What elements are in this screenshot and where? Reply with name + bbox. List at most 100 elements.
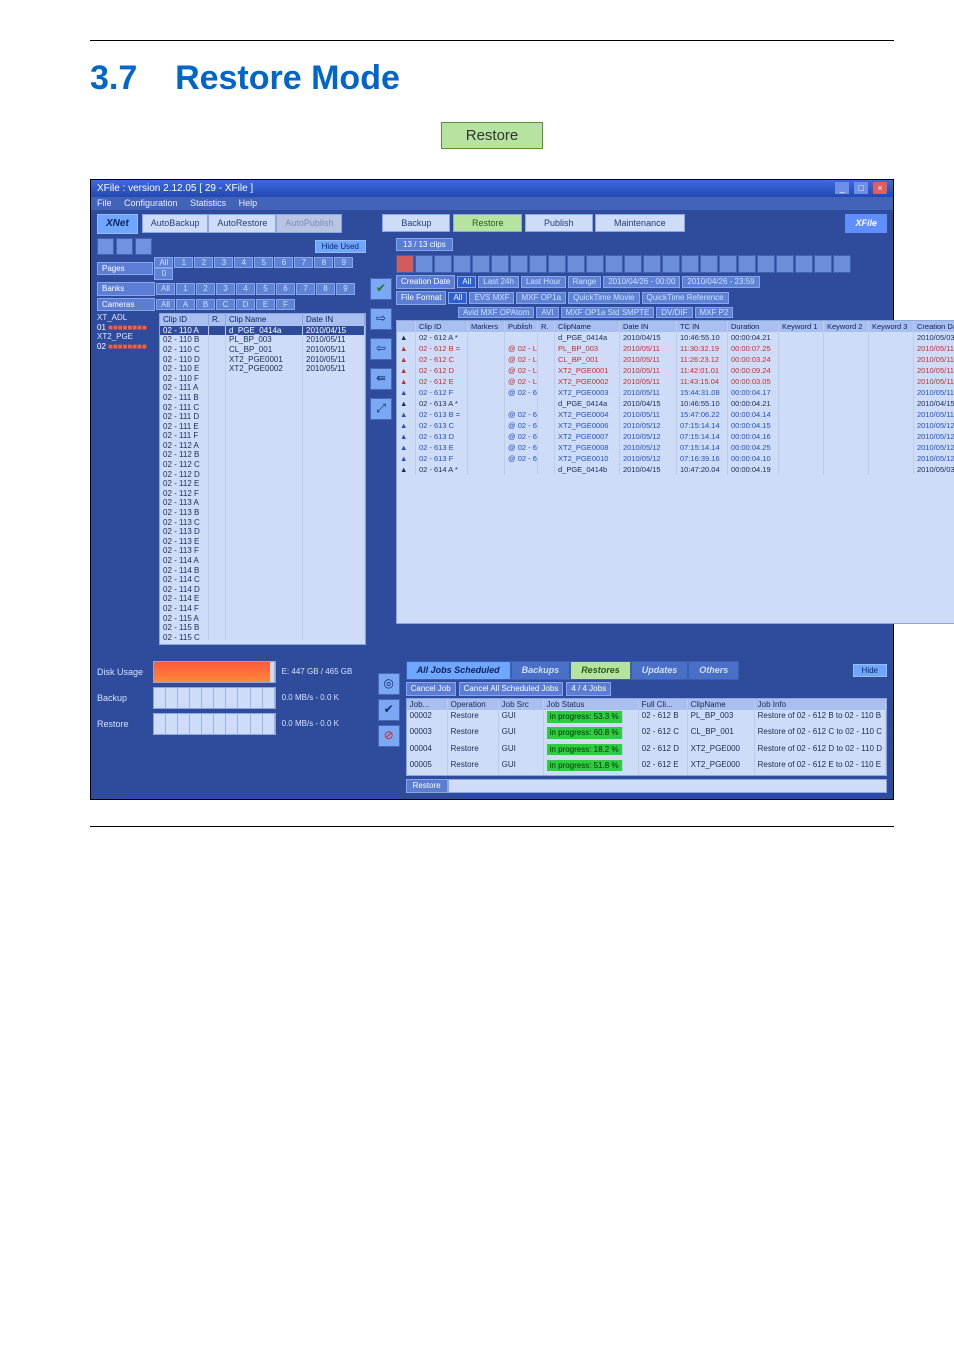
table-row[interactable]: 02 - 113 C <box>160 518 365 528</box>
filter-pill[interactable]: 7 <box>294 257 313 269</box>
autobackup-tab[interactable]: AutoBackup <box>142 214 209 233</box>
table-row[interactable]: 02 - 115 B <box>160 623 365 633</box>
filter-pill[interactable]: 8 <box>316 283 335 295</box>
table-row[interactable]: 02 - 114 B <box>160 566 365 576</box>
table-row[interactable]: 02 - 110 CCL_BP_0012010/05/11 <box>160 345 365 355</box>
filter-pill[interactable]: 7 <box>296 283 315 295</box>
toolbar-icon[interactable] <box>453 255 471 273</box>
hide-jobs-button[interactable]: Hide <box>853 664 887 678</box>
nav-icon-3[interactable] <box>135 238 152 255</box>
others-tab[interactable]: Others <box>688 661 739 680</box>
table-row[interactable]: 02 - 110 DXT2_PGE00012010/05/11 <box>160 355 365 365</box>
table-row[interactable]: 02 - 114 A <box>160 556 365 566</box>
table-row[interactable]: ▲02 - 613 D@ 02 - 6XT2_PGE00072010/05/12… <box>397 431 954 442</box>
table-row[interactable]: ▲02 - 612 D@ 02 - LXT2_PGE00012010/05/11… <box>397 365 954 376</box>
filter-pill[interactable]: 6 <box>276 283 295 295</box>
table-row[interactable]: 02 - 112 E <box>160 479 365 489</box>
table-row[interactable]: ▲02 - 612 C@ 02 - LCL_BP_0012010/05/1111… <box>397 354 954 365</box>
table-row[interactable]: 02 - 111 F <box>160 431 365 441</box>
table-row[interactable]: 02 - 113 F <box>160 546 365 556</box>
hide-used-button[interactable]: Hide Used <box>315 240 366 254</box>
toolbar-icon[interactable] <box>643 255 661 273</box>
backups-tab[interactable]: Backups <box>511 661 571 680</box>
filter-pill[interactable]: 9 <box>334 257 353 269</box>
cancel-job-button[interactable]: Cancel Job <box>406 682 456 696</box>
table-row[interactable]: 02 - 115 C <box>160 633 365 640</box>
toolbar-icon[interactable] <box>472 255 490 273</box>
toolbar-icon[interactable] <box>814 255 832 273</box>
filter-pill[interactable]: All <box>156 283 175 295</box>
table-row[interactable]: ▲02 - 613 F@ 02 - 6XT2_PGE00102010/05/12… <box>397 453 954 464</box>
filter-pill[interactable]: F <box>276 299 295 311</box>
table-row[interactable]: 02 - 114 F <box>160 604 365 614</box>
table-row[interactable]: 02 - 113 E <box>160 537 365 547</box>
publish-tab[interactable]: Publish <box>525 214 593 232</box>
table-row[interactable]: 02 - 111 E <box>160 422 365 432</box>
maintenance-tab[interactable]: Maintenance <box>595 214 685 232</box>
expand-icon[interactable]: ⤢ <box>370 398 392 420</box>
filter-pill[interactable]: 5 <box>254 257 273 269</box>
filter-pill[interactable]: A <box>176 299 195 311</box>
toolbar-icon[interactable] <box>491 255 509 273</box>
maximize-icon[interactable]: □ <box>854 182 868 194</box>
toolbar-icon[interactable] <box>833 255 851 273</box>
restore-mode-button[interactable]: Restore <box>441 122 544 149</box>
toolbar-icon[interactable] <box>662 255 680 273</box>
table-row[interactable]: 02 - 115 A <box>160 614 365 624</box>
table-row[interactable]: ▲02 - 612 F@ 02 - 6XT2_PGE00032010/05/11… <box>397 387 954 398</box>
machine-1[interactable]: XT_ADL <box>97 313 159 323</box>
toolbar-icon[interactable] <box>548 255 566 273</box>
table-row[interactable]: 02 - 110 BPL_BP_0032010/05/11 <box>160 335 365 345</box>
arrow-right-icon[interactable]: ⇨ <box>370 308 392 330</box>
table-row[interactable]: 02 - 114 D <box>160 585 365 595</box>
table-row[interactable]: ▲02 - 612 A *d_PGE_0414a2010/04/1510:46:… <box>397 332 954 343</box>
toolbar-icon[interactable] <box>776 255 794 273</box>
table-row[interactable]: ▲02 - 613 C@ 02 - 6XT2_PGE00062010/05/12… <box>397 420 954 431</box>
restore-tab[interactable]: Restore <box>453 214 523 232</box>
table-row[interactable]: 02 - 114 C <box>160 575 365 585</box>
table-row[interactable]: 02 - 112 C <box>160 460 365 470</box>
filter-pill[interactable]: 9 <box>336 283 355 295</box>
filter-pill[interactable]: 8 <box>314 257 333 269</box>
filter-pill[interactable]: 1 <box>176 283 195 295</box>
menu-stats[interactable]: Statistics <box>190 198 226 208</box>
filter-pill[interactable]: 4 <box>236 283 255 295</box>
table-row[interactable]: 02 - 112 D <box>160 470 365 480</box>
filter-pill[interactable]: All <box>154 257 173 269</box>
menu-file[interactable]: File <box>97 198 112 208</box>
check2-icon[interactable]: ✔ <box>378 699 400 721</box>
table-row[interactable]: 02 - 112 B <box>160 450 365 460</box>
autorestore-tab[interactable]: AutoRestore <box>208 214 276 233</box>
menu-help[interactable]: Help <box>239 198 258 208</box>
table-row[interactable]: 02 - 113 B <box>160 508 365 518</box>
menu-config[interactable]: Configuration <box>124 198 178 208</box>
double-arrow-left-icon[interactable]: ⇚ <box>370 368 392 390</box>
toolbar-icon[interactable] <box>700 255 718 273</box>
toolbar-icon[interactable] <box>415 255 433 273</box>
toolbar-icon[interactable] <box>529 255 547 273</box>
toolbar-icon[interactable] <box>396 255 414 273</box>
table-row[interactable]: 02 - 112 A <box>160 441 365 451</box>
job-row[interactable]: 00002RestoreGUIin progress: 53.3 %02 - 6… <box>407 710 886 726</box>
filter-pill[interactable]: 6 <box>274 257 293 269</box>
check-icon[interactable]: ✔ <box>370 278 392 300</box>
filter-pill[interactable]: 5 <box>256 283 275 295</box>
minimize-icon[interactable]: _ <box>835 182 849 194</box>
table-row[interactable]: ▲02 - 613 B =@ 02 - 6XT2_PGE00042010/05/… <box>397 409 954 420</box>
filter-pill[interactable]: 3 <box>214 257 233 269</box>
job-row[interactable]: 00003RestoreGUIin progress: 60.8 %02 - 6… <box>407 726 886 742</box>
machine-2[interactable]: XT2_PGE <box>97 332 159 342</box>
filter-pill[interactable]: E <box>256 299 275 311</box>
job-row[interactable]: 00005RestoreGUIin progress: 51.8 %02 - 6… <box>407 759 886 775</box>
toolbar-icon[interactable] <box>681 255 699 273</box>
toolbar-icon[interactable] <box>605 255 623 273</box>
table-row[interactable]: 02 - 113 D <box>160 527 365 537</box>
filter-pill[interactable]: C <box>216 299 235 311</box>
table-row[interactable]: 02 - 114 E <box>160 594 365 604</box>
toolbar-icon[interactable] <box>795 255 813 273</box>
restores-tab[interactable]: Restores <box>570 661 631 680</box>
cancel-all-jobs-button[interactable]: Cancel All Scheduled Jobs <box>459 682 564 696</box>
filter-pill[interactable]: 4 <box>234 257 253 269</box>
toolbar-icon[interactable] <box>624 255 642 273</box>
table-row[interactable]: 02 - 112 F <box>160 489 365 499</box>
